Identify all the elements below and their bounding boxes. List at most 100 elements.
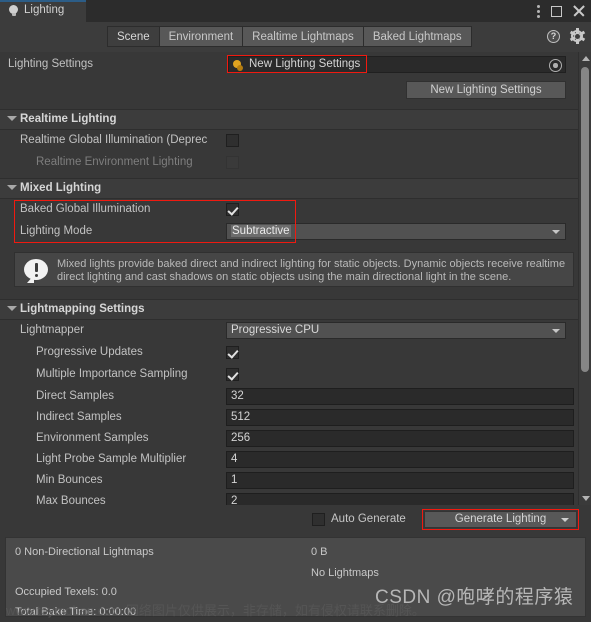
lightmapper-value: Progressive CPU [231, 324, 320, 336]
baked-gi-label: Baked Global Illumination [20, 203, 151, 215]
section-mixed-lighting[interactable]: Mixed Lighting [0, 178, 591, 199]
direct-samples-input[interactable]: 32 [226, 388, 574, 405]
stat-no-lightmaps: No Lightmaps [311, 567, 379, 579]
chevron-down-icon [552, 230, 560, 234]
object-picker-icon[interactable] [549, 59, 562, 72]
generate-bar: Auto Generate Generate Lighting [0, 505, 591, 533]
toolbar-right-icons: ? [547, 28, 585, 44]
vertical-scrollbar[interactable] [578, 52, 591, 505]
multiple-importance-sampling-row: Multiple Importance Sampling [0, 364, 591, 386]
new-lighting-settings-row: New Lighting Settings [0, 77, 591, 103]
auto-generate-label: Auto Generate [331, 513, 406, 525]
new-lighting-settings-button[interactable]: New Lighting Settings [406, 81, 566, 99]
baked-gi-checkbox[interactable] [226, 203, 239, 216]
environment-samples-input[interactable]: 256 [226, 430, 574, 447]
light-probe-sample-multiplier-label: Light Probe Sample Multiplier [36, 453, 187, 465]
section-mixed-lighting-title: Mixed Lighting [20, 182, 102, 194]
scrollbar-thumb[interactable] [581, 67, 589, 372]
baked-gi-row: Baked Global Illumination [0, 199, 591, 221]
chevron-down-icon[interactable] [7, 185, 17, 190]
direct-samples-label: Direct Samples [36, 390, 114, 402]
lighting-window: Lighting Scene Environment Realtime Ligh… [0, 0, 591, 622]
realtime-env-lighting-checkbox [226, 156, 239, 169]
light-probe-sample-multiplier-row: Light Probe Sample Multiplier 4 [0, 449, 591, 470]
info-speech-bubble-icon [24, 259, 48, 283]
lightmapper-row: Lightmapper Progressive CPU [0, 320, 591, 342]
realtime-gi-label: Realtime Global Illumination (Deprec [20, 134, 208, 146]
section-lightmapping-settings[interactable]: Lightmapping Settings [0, 299, 591, 320]
realtime-gi-checkbox[interactable] [226, 134, 239, 147]
lighting-settings-label: Lighting Settings [8, 58, 94, 70]
indirect-samples-input[interactable]: 512 [226, 409, 574, 426]
tab-active-accent [0, 0, 86, 2]
tab-realtime-lightmaps[interactable]: Realtime Lightmaps [243, 26, 364, 47]
indirect-samples-row: Indirect Samples 512 [0, 407, 591, 428]
window-controls [537, 0, 585, 22]
progressive-updates-checkbox[interactable] [226, 346, 239, 359]
section-realtime-lighting[interactable]: Realtime Lighting [0, 109, 591, 130]
lightmapper-dropdown[interactable]: Progressive CPU [226, 322, 566, 339]
generate-lighting-button[interactable]: Generate Lighting [424, 511, 577, 528]
realtime-env-lighting-row: Realtime Environment Lighting [0, 152, 591, 174]
lighting-mode-label: Lighting Mode [20, 225, 93, 237]
tab-scene[interactable]: Scene [107, 26, 160, 47]
mixed-lighting-info-box: Mixed lights provide baked direct and in… [14, 252, 574, 287]
tab-baked-lightmaps[interactable]: Baked Lightmaps [363, 26, 472, 47]
watermark-sub: www.toymoban.com 网络图片仅供展示，非存储，如有侵权请联系删除。 [6, 603, 425, 618]
lighting-mode-value: Subtractive [231, 225, 291, 237]
environment-samples-row: Environment Samples 256 [0, 428, 591, 449]
lightbulb-icon [8, 5, 19, 17]
generate-lighting-label: Generate Lighting [454, 513, 547, 525]
min-bounces-label: Min Bounces [36, 474, 103, 486]
window-tab-lighting[interactable]: Lighting [0, 0, 86, 22]
scroll-down-arrow-icon[interactable] [582, 496, 590, 501]
direct-samples-row: Direct Samples 32 [0, 386, 591, 407]
realtime-gi-row: Realtime Global Illumination (Deprec [0, 130, 591, 152]
progressive-updates-label: Progressive Updates [36, 346, 143, 358]
lighting-settings-row: Lighting Settings New Lighting Settings [0, 52, 591, 77]
lighting-settings-asset-name: New Lighting Settings [249, 58, 361, 70]
stat-occupied-texels: Occupied Texels: 0.0 [15, 586, 117, 598]
indirect-samples-label: Indirect Samples [36, 411, 122, 423]
environment-samples-label: Environment Samples [36, 432, 149, 444]
window-titlebar: Lighting [0, 0, 591, 22]
lighting-scroll-content: Lighting Settings New Lighting Settings … [0, 52, 591, 505]
lighting-settings-object-field[interactable]: New Lighting Settings [228, 56, 566, 73]
chevron-down-icon[interactable] [7, 116, 17, 121]
tab-environment[interactable]: Environment [159, 26, 244, 47]
lighting-mode-row: Lighting Mode Subtractive [0, 221, 591, 243]
lightmapping-settings-body: Lightmapper Progressive CPU Progressive … [0, 320, 591, 505]
scroll-up-arrow-icon[interactable] [582, 56, 590, 61]
min-bounces-row: Min Bounces 1 [0, 470, 591, 491]
chevron-down-icon [552, 329, 560, 333]
chevron-down-icon[interactable] [7, 306, 17, 311]
window-tab-label: Lighting [24, 4, 65, 17]
watermark-main: CSDN @咆哮的程序猿 [375, 587, 574, 608]
min-bounces-input[interactable]: 1 [226, 472, 574, 489]
stat-size: 0 B [311, 546, 328, 558]
lighting-toolbar: Scene Environment Realtime Lightmaps Bak… [0, 22, 591, 53]
lighting-mode-dropdown[interactable]: Subtractive [226, 223, 566, 240]
stat-lightmaps-count: 0 Non-Directional Lightmaps [15, 546, 154, 558]
lighting-tabstrip: Scene Environment Realtime Lightmaps Bak… [107, 26, 472, 47]
section-lightmapping-settings-title: Lightmapping Settings [20, 303, 145, 315]
chevron-down-icon [561, 517, 569, 522]
gear-icon[interactable] [569, 28, 585, 44]
kebab-menu-icon[interactable] [537, 4, 540, 18]
light-probe-sample-multiplier-input[interactable]: 4 [226, 451, 574, 468]
max-bounces-label: Max Bounces [36, 495, 106, 505]
progressive-updates-row: Progressive Updates [0, 342, 591, 364]
auto-generate-checkbox[interactable] [312, 513, 325, 526]
max-bounces-input[interactable]: 2 [226, 493, 574, 505]
lighting-settings-asset-icon [232, 60, 244, 71]
mixed-lighting-body: Baked Global Illumination Lighting Mode … [0, 199, 591, 244]
multiple-importance-sampling-checkbox[interactable] [226, 368, 239, 381]
section-realtime-lighting-title: Realtime Lighting [20, 113, 117, 125]
mixed-lighting-info-text: Mixed lights provide baked direct and in… [57, 258, 566, 283]
help-icon[interactable]: ? [547, 29, 560, 43]
maximize-icon[interactable] [551, 5, 562, 17]
close-icon[interactable] [573, 5, 585, 17]
max-bounces-row: Max Bounces 2 [0, 491, 591, 505]
realtime-env-lighting-label: Realtime Environment Lighting [36, 156, 193, 168]
multiple-importance-sampling-label: Multiple Importance Sampling [36, 368, 188, 380]
